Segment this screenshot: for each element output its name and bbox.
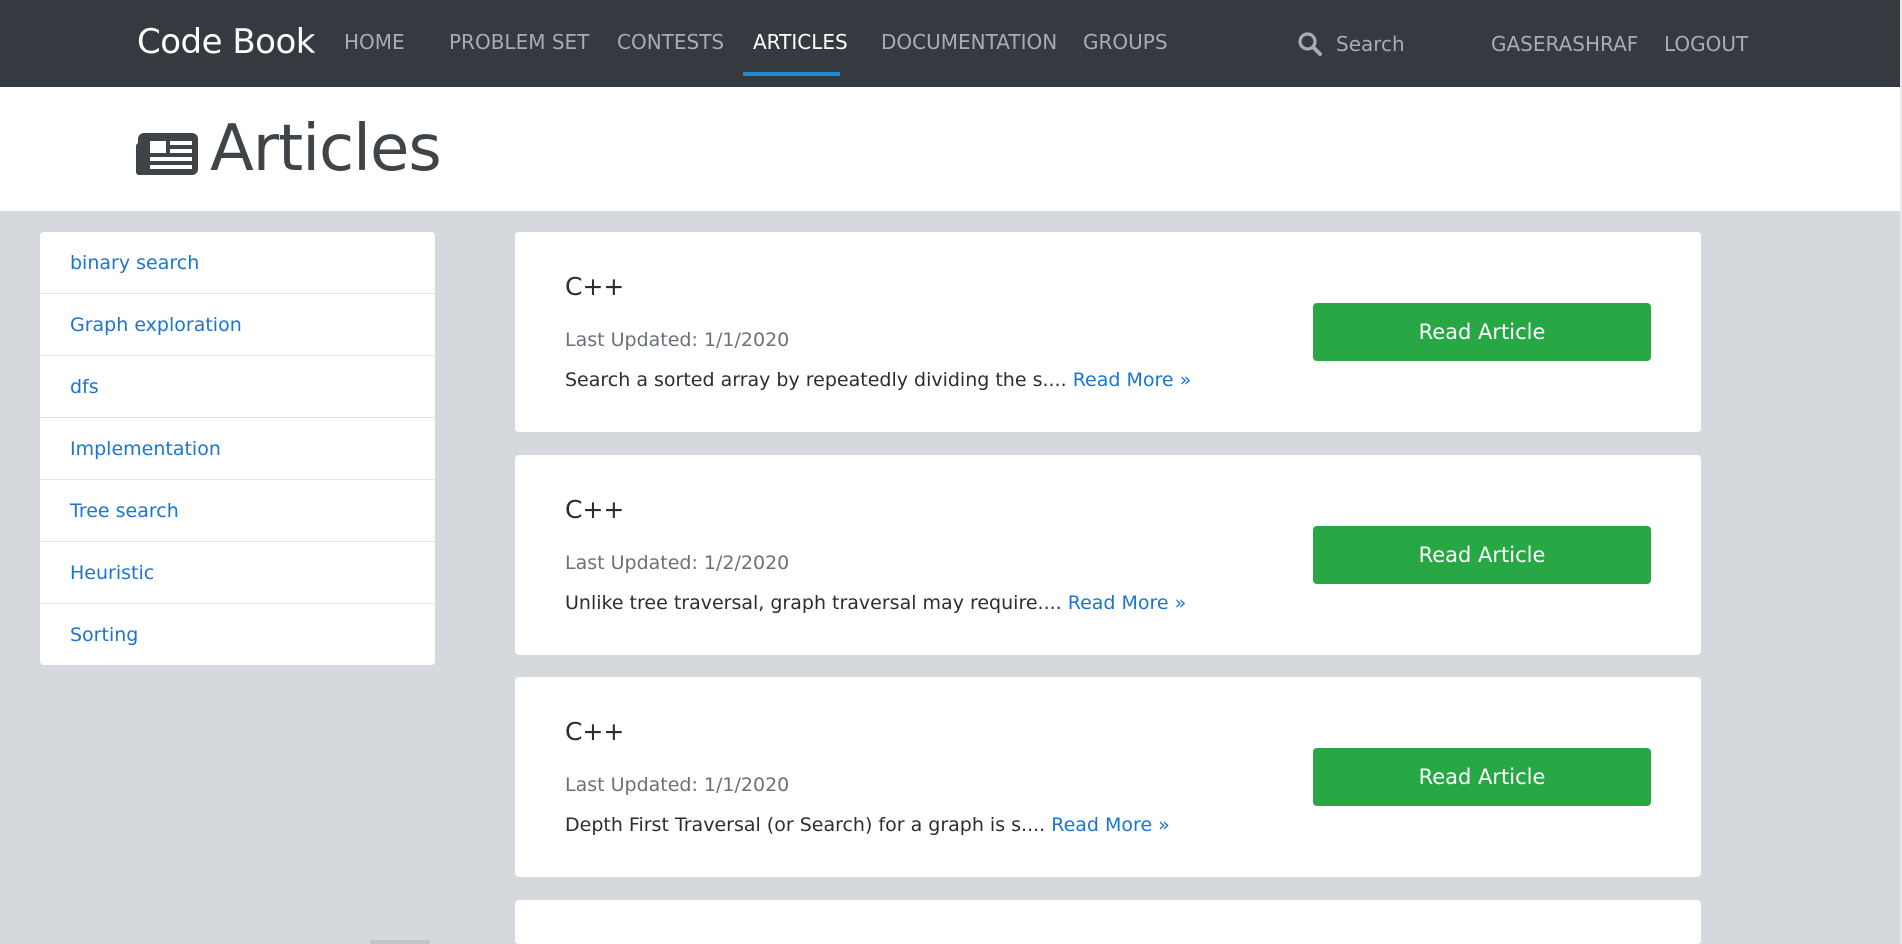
article-title: C++ xyxy=(565,495,625,524)
nav-username[interactable]: GASERASHRAF xyxy=(1491,32,1638,56)
sidebar-item-heuristic[interactable]: Heuristic xyxy=(40,542,435,604)
read-article-button[interactable]: Read Article xyxy=(1313,303,1651,361)
read-article-button[interactable]: Read Article xyxy=(1313,526,1651,584)
article-card-partial xyxy=(515,900,1701,944)
article-excerpt: Depth First Traversal (or Search) for a … xyxy=(565,814,1170,836)
newspaper-icon xyxy=(136,131,200,181)
sidebar-item-binary-search[interactable]: binary search xyxy=(40,232,435,294)
article-updated-date: Last Updated: 1/2/2020 xyxy=(565,552,790,574)
read-more-link[interactable]: Read More » xyxy=(1068,592,1187,614)
nav-problem-set[interactable]: PROBLEM SET xyxy=(449,30,589,54)
article-excerpt: Unlike tree traversal, graph traversal m… xyxy=(565,592,1186,614)
sidebar-item-sorting[interactable]: Sorting xyxy=(40,604,435,665)
page-header: Articles xyxy=(0,87,1900,211)
article-updated-date: Last Updated: 1/1/2020 xyxy=(565,329,790,351)
sidebar-item-implementation[interactable]: Implementation xyxy=(40,418,435,480)
article-excerpt: Search a sorted array by repeatedly divi… xyxy=(565,369,1191,391)
nav-home[interactable]: HOME xyxy=(344,30,405,54)
sidebar-item-tree-search[interactable]: Tree search xyxy=(40,480,435,542)
read-article-button[interactable]: Read Article xyxy=(1313,748,1651,806)
nav-groups[interactable]: GROUPS xyxy=(1083,30,1168,54)
article-title: C++ xyxy=(565,717,625,746)
read-more-link[interactable]: Read More » xyxy=(1073,369,1192,391)
article-excerpt-text: Search a sorted array by repeatedly divi… xyxy=(565,369,1073,391)
horizontal-scrollbar-thumb[interactable] xyxy=(370,940,430,944)
article-excerpt-text: Depth First Traversal (or Search) for a … xyxy=(565,814,1052,836)
article-card: C++ Last Updated: 1/2/2020 Unlike tree t… xyxy=(515,455,1701,655)
search-input[interactable] xyxy=(1334,28,1448,60)
nav-contests[interactable]: CONTESTS xyxy=(617,30,724,54)
top-navbar: Code Book HOME PROBLEM SET CONTESTS ARTI… xyxy=(0,0,1900,87)
page-title: Articles xyxy=(210,112,442,186)
article-card: C++ Last Updated: 1/1/2020 Depth First T… xyxy=(515,677,1701,877)
search-icon[interactable] xyxy=(1297,31,1323,57)
sidebar-item-graph-exploration[interactable]: Graph exploration xyxy=(40,294,435,356)
active-tab-indicator xyxy=(743,72,840,76)
search-box xyxy=(1290,22,1450,64)
brand-logo[interactable]: Code Book xyxy=(137,22,315,62)
tag-sidebar: binary search Graph exploration dfs Impl… xyxy=(40,232,435,665)
article-updated-date: Last Updated: 1/1/2020 xyxy=(565,774,790,796)
sidebar-item-dfs[interactable]: dfs xyxy=(40,356,435,418)
logout-link[interactable]: LOGOUT xyxy=(1664,32,1748,56)
nav-documentation[interactable]: DOCUMENTATION xyxy=(881,30,1057,54)
nav-articles[interactable]: ARTICLES xyxy=(753,30,848,54)
article-card: C++ Last Updated: 1/1/2020 Search a sort… xyxy=(515,232,1701,432)
article-title: C++ xyxy=(565,272,625,301)
read-more-link[interactable]: Read More » xyxy=(1051,814,1170,836)
article-excerpt-text: Unlike tree traversal, graph traversal m… xyxy=(565,592,1068,614)
